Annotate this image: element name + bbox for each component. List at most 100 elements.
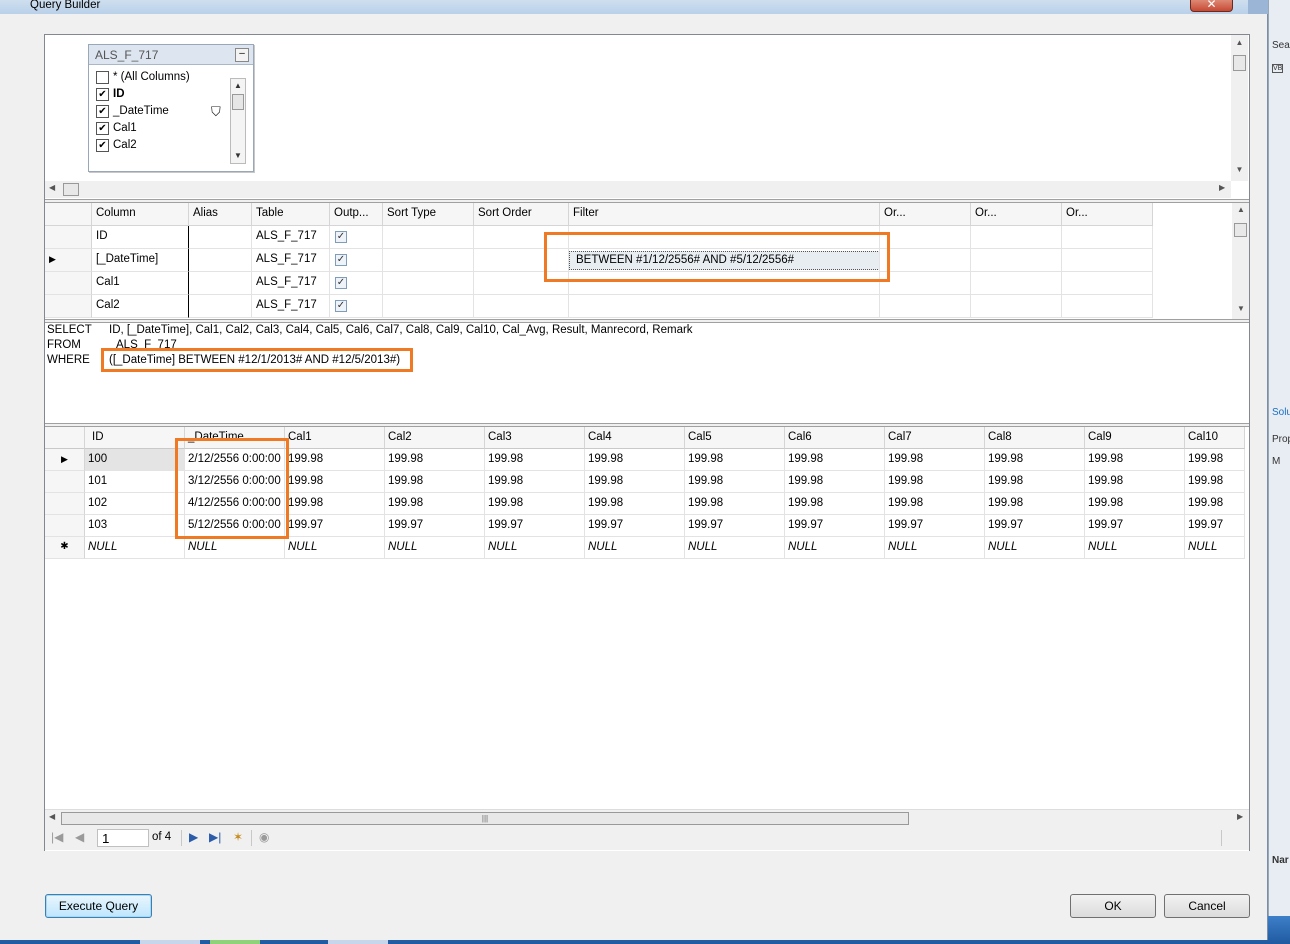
- criteria-sort-type-cell[interactable]: [383, 272, 474, 295]
- scroll-thumb[interactable]: [1233, 55, 1246, 71]
- criteria-column-header[interactable]: Sort Type: [383, 203, 474, 226]
- table-cell[interactable]: 199.98: [1085, 471, 1185, 493]
- table-cell[interactable]: 199.98: [685, 471, 785, 493]
- criteria-or-cell[interactable]: [880, 226, 971, 249]
- criteria-table-cell[interactable]: ALS_F_717: [252, 226, 330, 249]
- ok-button[interactable]: OK: [1070, 894, 1156, 918]
- criteria-alias-cell[interactable]: [189, 226, 252, 249]
- table-cell[interactable]: 199.97: [485, 515, 585, 537]
- table-column-row[interactable]: * (All Columns): [93, 69, 231, 86]
- table-cell[interactable]: NULL: [285, 537, 385, 559]
- criteria-table-cell[interactable]: ALS_F_717: [252, 295, 330, 318]
- table-cell[interactable]: NULL: [1185, 537, 1245, 559]
- criteria-table-cell[interactable]: ALS_F_717: [252, 272, 330, 295]
- table-column-row[interactable]: ✔ ID: [93, 86, 231, 103]
- row-selector[interactable]: [45, 272, 92, 295]
- table-cell[interactable]: 100: [85, 449, 185, 471]
- table-cell[interactable]: 199.98: [1185, 493, 1245, 515]
- criteria-or-cell[interactable]: [1062, 272, 1153, 295]
- criteria-or-cell[interactable]: [971, 226, 1062, 249]
- criteria-column-header[interactable]: Or...: [971, 203, 1062, 226]
- table-cell[interactable]: 199.97: [1085, 515, 1185, 537]
- checked-checkbox[interactable]: ✔: [96, 139, 109, 152]
- criteria-or-cell[interactable]: [971, 249, 1062, 272]
- table-cell[interactable]: 101: [85, 471, 185, 493]
- first-record-icon[interactable]: |◀: [51, 830, 63, 844]
- criteria-column-header[interactable]: Filter: [569, 203, 880, 226]
- table-cell[interactable]: 199.98: [685, 493, 785, 515]
- criteria-or-cell[interactable]: [880, 249, 971, 272]
- previous-record-icon[interactable]: ◀: [75, 830, 84, 844]
- row-selector[interactable]: ▶: [45, 449, 85, 471]
- criteria-sort-type-cell[interactable]: [383, 295, 474, 318]
- output-checkbox[interactable]: ✓: [335, 254, 347, 266]
- row-selector[interactable]: [45, 493, 85, 515]
- minimize-icon[interactable]: –: [235, 48, 249, 62]
- criteria-alias-cell[interactable]: [189, 249, 252, 272]
- cancel-button[interactable]: Cancel: [1164, 894, 1250, 918]
- next-record-icon[interactable]: ▶: [189, 830, 198, 844]
- results-column-header[interactable]: Cal1: [285, 427, 385, 449]
- results-column-header[interactable]: Cal3: [485, 427, 585, 449]
- table-cell[interactable]: 102: [85, 493, 185, 515]
- table-cell[interactable]: 199.98: [985, 449, 1085, 471]
- table-cell[interactable]: 199.97: [785, 515, 885, 537]
- table-cell[interactable]: 199.98: [985, 471, 1085, 493]
- table-cell[interactable]: 199.97: [685, 515, 785, 537]
- results-column-header[interactable]: ID: [85, 427, 185, 449]
- scroll-left-icon[interactable]: ◀: [49, 183, 55, 192]
- execute-query-button[interactable]: Execute Query: [45, 894, 152, 918]
- criteria-column-header[interactable]: Sort Order: [474, 203, 569, 226]
- scroll-right-icon[interactable]: ▶: [1219, 183, 1225, 192]
- table-cell[interactable]: NULL: [185, 537, 285, 559]
- row-selector[interactable]: [45, 471, 85, 493]
- criteria-filter-cell[interactable]: [569, 295, 880, 318]
- table-cell[interactable]: 199.98: [1085, 493, 1185, 515]
- table-box-scrollbar[interactable]: ▲ ▼: [230, 78, 246, 164]
- table-cell[interactable]: 199.98: [885, 471, 985, 493]
- table-cell[interactable]: NULL: [85, 537, 185, 559]
- row-selector[interactable]: [45, 226, 92, 249]
- table-cell[interactable]: 199.98: [485, 471, 585, 493]
- table-cell[interactable]: 199.97: [885, 515, 985, 537]
- criteria-column-header[interactable]: Column: [92, 203, 189, 226]
- scroll-up-icon[interactable]: ▲: [1237, 205, 1245, 214]
- table-cell[interactable]: 199.98: [985, 493, 1085, 515]
- table-cell[interactable]: NULL: [485, 537, 585, 559]
- criteria-column-header[interactable]: Or...: [1062, 203, 1153, 226]
- table-cell[interactable]: NULL: [885, 537, 985, 559]
- table-cell[interactable]: 199.98: [585, 493, 685, 515]
- criteria-row[interactable]: Cal2 ALS_F_717 ✓: [45, 295, 1232, 318]
- criteria-column-header[interactable]: Outp...: [330, 203, 383, 226]
- table-cell[interactable]: 199.98: [485, 449, 585, 471]
- table-cell[interactable]: NULL: [785, 537, 885, 559]
- criteria-or-cell[interactable]: [971, 295, 1062, 318]
- last-record-icon[interactable]: ▶|: [209, 830, 221, 844]
- criteria-output-cell[interactable]: ✓: [330, 249, 383, 272]
- table-cell[interactable]: 199.98: [585, 471, 685, 493]
- table-cell[interactable]: 199.98: [285, 449, 385, 471]
- scroll-thumb[interactable]: [63, 183, 79, 196]
- table-cell[interactable]: NULL: [985, 537, 1085, 559]
- results-column-header[interactable]: Cal5: [685, 427, 785, 449]
- row-selector[interactable]: ✱: [45, 537, 85, 559]
- criteria-table-cell[interactable]: ALS_F_717: [252, 249, 330, 272]
- table-cell[interactable]: 199.98: [1185, 449, 1245, 471]
- criteria-output-cell[interactable]: ✓: [330, 295, 383, 318]
- criteria-output-cell[interactable]: ✓: [330, 272, 383, 295]
- criteria-column-cell[interactable]: Cal1: [92, 272, 189, 295]
- output-checkbox[interactable]: ✓: [335, 231, 347, 243]
- table-cell[interactable]: 199.98: [785, 471, 885, 493]
- table-box[interactable]: ALS_F_717 – * (All Columns) ✔ ID ✔ _DateTime…: [88, 44, 254, 172]
- table-cell[interactable]: NULL: [585, 537, 685, 559]
- criteria-sort-order-cell[interactable]: [474, 295, 569, 318]
- results-column-header[interactable]: Cal8: [985, 427, 1085, 449]
- criteria-column-header[interactable]: Alias: [189, 203, 252, 226]
- table-cell[interactable]: 103: [85, 515, 185, 537]
- checked-checkbox[interactable]: ✔: [96, 88, 109, 101]
- results-column-header[interactable]: Cal6: [785, 427, 885, 449]
- table-column-row[interactable]: ✔ Cal2: [93, 137, 231, 154]
- results-horizontal-scrollbar[interactable]: ◀ ||| ▶: [45, 809, 1249, 826]
- close-button[interactable]: ✕: [1190, 0, 1233, 12]
- sql-pane[interactable]: SELECT ID, [_DateTime], Cal1, Cal2, Cal3,…: [45, 323, 1249, 423]
